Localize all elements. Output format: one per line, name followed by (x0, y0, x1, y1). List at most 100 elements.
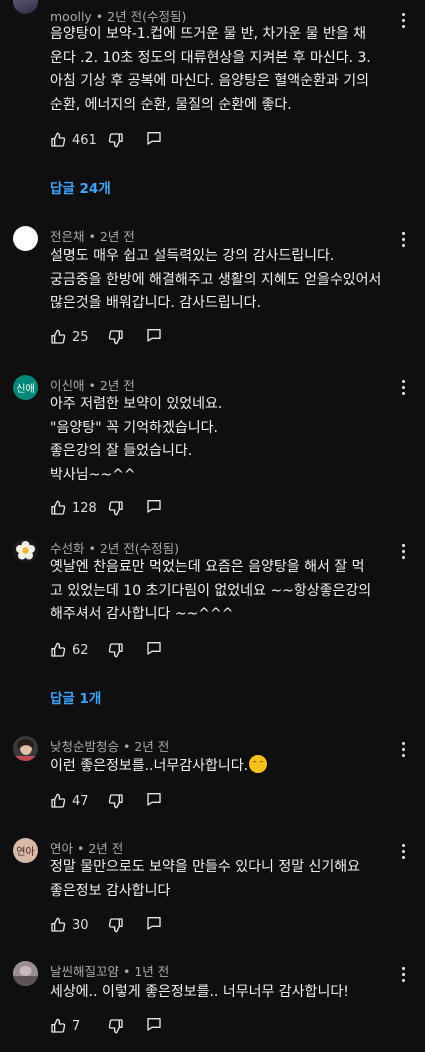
comment-meta: 수선화 • 2년 전(수정됨) (50, 538, 179, 557)
comment-line: 해주셔서 감사합니다 ~~^^^ (50, 606, 234, 622)
thumbs-down-icon (108, 501, 123, 516)
thumbs-down-icon (108, 1019, 123, 1034)
avatar[interactable] (13, 961, 38, 986)
like-button[interactable]: 62 (50, 642, 100, 658)
dislike-button[interactable] (108, 500, 124, 516)
like-button[interactable]: 7 (50, 1018, 100, 1034)
reply-button[interactable] (146, 327, 162, 347)
like-count: 62 (72, 642, 89, 658)
reply-icon (147, 132, 161, 145)
avatar[interactable] (13, 0, 38, 14)
dislike-button[interactable] (108, 329, 124, 345)
thumbs-down-icon (108, 330, 123, 345)
like-count: 47 (72, 793, 89, 809)
comment-meta: 전은채 • 2년 전 (50, 226, 135, 245)
avatar[interactable]: 신애 (13, 375, 38, 400)
thumbs-up-icon (51, 793, 66, 808)
avatar-photo-icon (13, 736, 38, 761)
comment-meta: 이신애 • 2년 전 (50, 375, 135, 394)
comment-text: 설명도 매우 쉽고 설득력있는 강의 감사드립니다. 궁금중을 한방에 해결해주… (50, 245, 402, 316)
reply-button[interactable] (146, 640, 162, 660)
hugging-face-emoji-icon (249, 755, 268, 773)
reply-button[interactable] (146, 498, 162, 518)
comment-line: 정말 물만으로도 보약을 만들수 있다니 정말 신기해요 (50, 859, 361, 875)
like-count: 7 (72, 1018, 81, 1034)
comment-line: "음양탕" 꼭 기억하겠습니다. (50, 419, 218, 436)
like-button[interactable]: 128 (50, 500, 100, 516)
thumbs-down-icon (108, 918, 123, 933)
comment-time[interactable]: 2년 전 (88, 841, 123, 856)
reply-icon (147, 500, 161, 513)
thumbs-down-icon (108, 133, 123, 148)
reply-button[interactable] (146, 1016, 162, 1036)
comment-time[interactable]: 2년 전 (100, 378, 135, 393)
comment-time[interactable]: 2년 전(수정됨) (107, 9, 186, 24)
dislike-button[interactable] (108, 1018, 124, 1034)
like-count: 128 (72, 500, 97, 516)
comment-actions: 7 (50, 1017, 162, 1035)
comment-text: 이런 좋은정보를..너무감사합니다. (50, 755, 402, 779)
meta-separator: • (119, 964, 135, 979)
comment-text: 음양탕이 보약-1.컵에 뜨거운 물 반, 차가운 물 반을 채 운다 .2. … (50, 23, 402, 117)
meta-separator: • (84, 541, 100, 556)
avatar[interactable]: 연아 (13, 838, 38, 863)
meta-separator: • (119, 739, 135, 754)
like-button[interactable]: 461 (50, 132, 100, 148)
dislike-button[interactable] (108, 132, 124, 148)
like-button[interactable]: 47 (50, 793, 100, 809)
view-replies-button[interactable]: 답글 24개 (50, 177, 111, 197)
thumbs-up-icon (51, 500, 66, 515)
comment-actions: 461 (50, 131, 162, 149)
thumbs-up-icon (51, 132, 66, 147)
reply-button[interactable] (146, 791, 162, 811)
comment-time[interactable]: 2년 전 (134, 739, 169, 754)
comment-author[interactable]: 낮청순밤청승 (50, 739, 119, 754)
comment-author[interactable]: moolly (50, 9, 92, 24)
avatar[interactable] (13, 226, 38, 251)
dislike-button[interactable] (108, 642, 124, 658)
comment-author[interactable]: 날씬해질꼬얌 (50, 964, 119, 979)
meta-separator: • (73, 841, 89, 856)
thumbs-down-icon (108, 794, 123, 809)
reply-button[interactable] (146, 915, 162, 935)
reply-icon (147, 329, 161, 342)
avatar-initials: 연아 (16, 847, 35, 858)
comment-time[interactable]: 1년 전 (134, 964, 169, 979)
like-count: 30 (72, 917, 89, 933)
meta-separator: • (84, 229, 100, 244)
thumbs-up-icon (51, 1018, 66, 1033)
comment-line: 순환, 에너지의 순환, 물질의 순환에 좋다. (50, 96, 292, 113)
reply-icon (147, 917, 161, 930)
dislike-button[interactable] (108, 917, 124, 933)
avatar-initials: 신애 (16, 384, 35, 395)
like-button[interactable]: 25 (50, 329, 100, 345)
comment-time[interactable]: 2년 전(수정됨) (100, 541, 179, 556)
comment-time[interactable]: 2년 전 (100, 229, 135, 244)
comment-author[interactable]: 전은채 (50, 229, 85, 244)
view-replies-button[interactable]: 답글 1개 (50, 687, 101, 707)
comment-actions: 128 (50, 499, 162, 517)
comment-author[interactable]: 수선화 (50, 541, 85, 556)
comment-line: 좋은정보 감사합니다 (50, 882, 171, 899)
comment-meta: 날씬해질꼬얌 • 1년 전 (50, 961, 169, 980)
comment-author[interactable]: 연아 (50, 841, 73, 856)
meta-separator: • (84, 378, 100, 393)
like-button[interactable]: 30 (50, 917, 100, 933)
flower-icon (16, 541, 35, 560)
dislike-button[interactable] (108, 793, 124, 809)
comment-author[interactable]: 이신애 (50, 378, 85, 393)
comment-line: 아주 저렴한 보약이 있었네요. (50, 396, 223, 412)
avatar[interactable] (13, 538, 38, 563)
comment-line: 옛날엔 찬음료만 먹었는데 요즘은 음양탕을 해서 잘 먹 (50, 559, 365, 575)
thumbs-up-icon (51, 917, 66, 932)
comment-actions: 47 (50, 792, 162, 810)
avatar[interactable] (13, 736, 38, 761)
reply-button[interactable] (146, 130, 162, 150)
meta-separator: • (91, 9, 108, 24)
thumbs-up-icon (51, 642, 66, 657)
comment-line: 세상에.. 이렇게 좋은정보를.. 너무너무 감사합니다! (50, 984, 349, 1000)
comment-line: 좋은강의 잘 들었습니다. (50, 443, 193, 459)
comment-text: 세상에.. 이렇게 좋은정보를.. 너무너무 감사합니다! (50, 981, 402, 1005)
reply-icon (147, 642, 161, 655)
comment-meta: 낮청순밤청승 • 2년 전 (50, 736, 169, 755)
